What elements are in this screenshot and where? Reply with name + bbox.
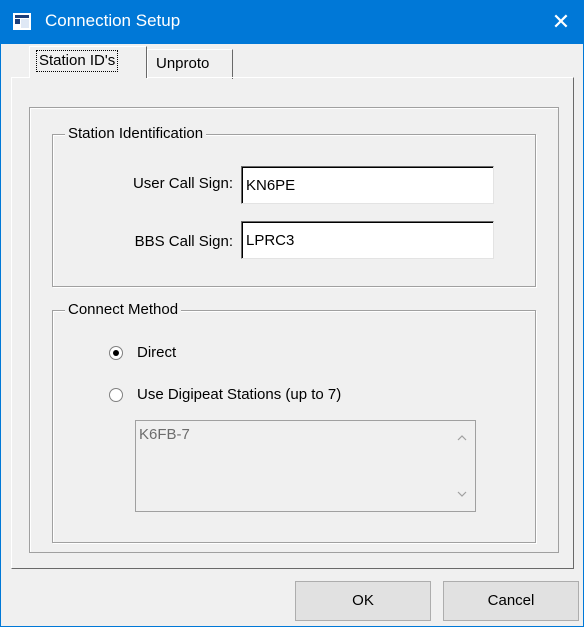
tab-unproto-label: Unproto [156,55,210,72]
cancel-button[interactable]: Cancel [443,581,579,621]
window-app-icon [13,13,31,30]
ok-button[interactable]: OK [295,581,431,621]
tab-unproto[interactable]: Unproto [147,49,233,79]
close-button[interactable]: ✕ [537,0,584,44]
close-icon: ✕ [551,9,571,34]
tab-station-ids-label: Station ID's [36,50,119,72]
title-bar[interactable]: Connection Setup ✕ [1,0,584,44]
tab-panel [11,77,574,569]
window-title: Connection Setup [45,11,181,30]
connection-setup-dialog: Connection Setup ✕ Station ID's Unproto … [0,0,584,627]
tab-station-ids[interactable]: Station ID's [29,46,147,78]
